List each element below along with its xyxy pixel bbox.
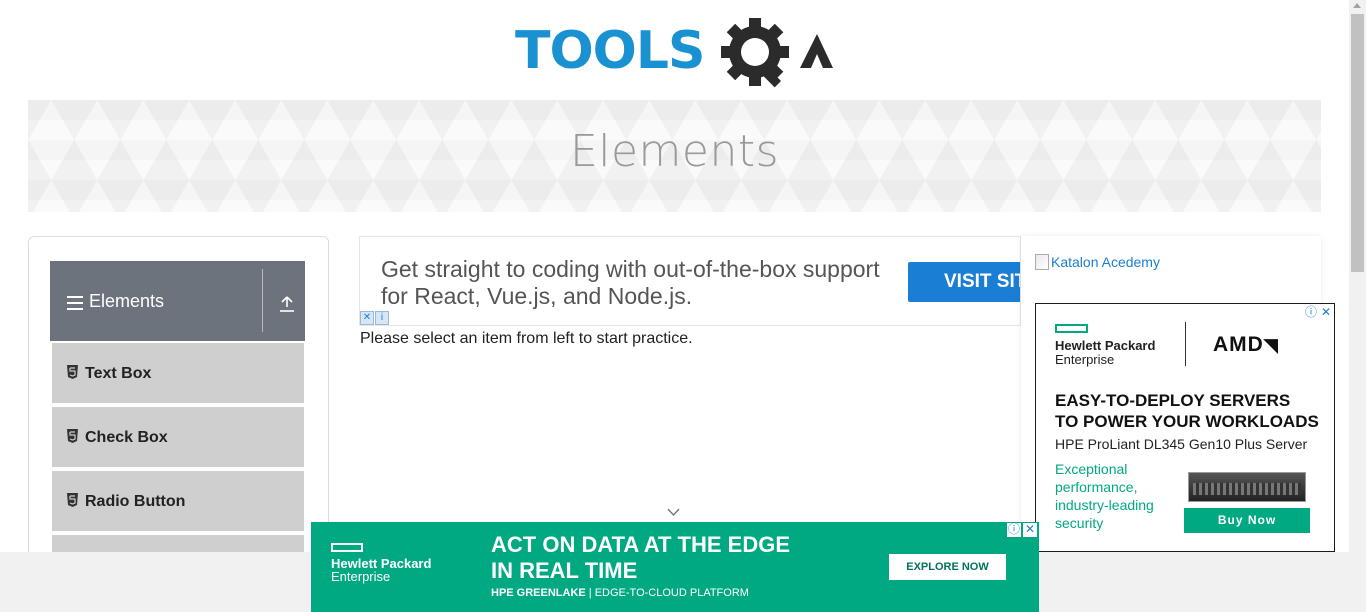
bottom-ad-sub: HPE GREENLAKE | EDGE-TO-CLOUD PLATFORM [491, 587, 749, 599]
close-icon[interactable]: ✕ [1023, 523, 1037, 537]
svg-text:TOOLS: TOOLS [515, 21, 704, 81]
hpe-logo-icon [1055, 324, 1088, 333]
ad-info-icon[interactable]: ⓘ [1304, 306, 1318, 320]
gear-magnifier-icon [721, 18, 789, 88]
sidebar-item-label: Check Box [85, 429, 168, 446]
divider [262, 269, 263, 332]
sidebar-item-radio-button[interactable]: Radio Button [50, 470, 305, 532]
bottom-ad-headline: ACT ON DATA AT THE EDGE IN REAL TIME [491, 532, 791, 583]
hpe-logo-icon [331, 543, 363, 552]
broken-image-icon [1035, 254, 1049, 270]
amd-arrow-icon: ◥ [1263, 335, 1279, 355]
sidebar-item-check-box[interactable]: Check Box [50, 406, 305, 468]
katalon-academy-link[interactable]: Katalon Acedemy [1035, 254, 1160, 276]
visit-site-button[interactable]: VISIT SITE [908, 262, 1020, 302]
amd-logo: AMD◥ [1213, 333, 1279, 356]
scrollbar-thumb[interactable] [1351, 14, 1364, 272]
close-icon[interactable]: ✕ [360, 311, 374, 325]
vertical-scrollbar[interactable] [1349, 0, 1366, 552]
instruction-text: Please select an item from left to start… [360, 330, 693, 347]
sidebar-item-label: Radio Button [85, 493, 186, 510]
close-icon[interactable]: ✕ [1319, 306, 1333, 320]
side-ad-product: HPE ProLiant DL345 Gen10 Plus Server [1055, 436, 1308, 452]
side-ad-tagline: Exceptional performance, industry-leadin… [1055, 461, 1154, 531]
katalon-alt-text: Katalon Acedemy [1051, 254, 1160, 270]
html5-icon [67, 365, 78, 379]
divider [1185, 322, 1186, 366]
page-banner: Elements [28, 100, 1321, 212]
hpe-brand: Hewlett Packard Enterprise [331, 556, 432, 584]
top-ad[interactable]: Get straight to coding with out-of-the-b… [359, 236, 1021, 326]
sidebar-item-text-box[interactable]: Text Box [50, 342, 305, 404]
upload-arrow-icon[interactable] [279, 295, 295, 313]
server-image [1188, 472, 1306, 502]
side-ad-headline: EASY-TO-DEPLOY SERVERS TO POWER YOUR WORK… [1055, 391, 1319, 431]
hpe-bottom-ad[interactable]: Hewlett Packard Enterprise ACT ON DATA AT… [311, 522, 1039, 612]
buy-now-button[interactable]: Buy Now [1184, 508, 1310, 533]
hpe-side-ad[interactable]: ⓘ ✕ Hewlett Packard Enterprise AMD◥ EASY-… [1035, 303, 1335, 552]
ad-info-icon[interactable]: ⓘ [1007, 523, 1021, 537]
sidebar-group-elements[interactable]: Elements [50, 261, 305, 341]
chevron-down-icon[interactable] [667, 508, 680, 517]
sidebar-group-title: Elements [89, 291, 165, 311]
ad-text: Get straight to coding with out-of-the-b… [381, 256, 880, 309]
html5-icon [67, 493, 78, 507]
toolsqa-logo[interactable]: TOOLS [515, 14, 840, 92]
page-title: Elements [569, 126, 780, 177]
page: TOOLS Elements Elements Text Box Check B… [0, 0, 1366, 612]
explore-now-button[interactable]: EXPLORE NOW [889, 554, 1006, 580]
scroll-up-icon[interactable] [1353, 3, 1361, 8]
hamburger-icon [67, 296, 83, 310]
hpe-brand: Hewlett Packard Enterprise [1055, 338, 1156, 367]
html5-icon [67, 429, 78, 443]
sidebar-item-label: Text Box [85, 365, 152, 382]
ad-info-icon[interactable]: i [375, 311, 389, 325]
